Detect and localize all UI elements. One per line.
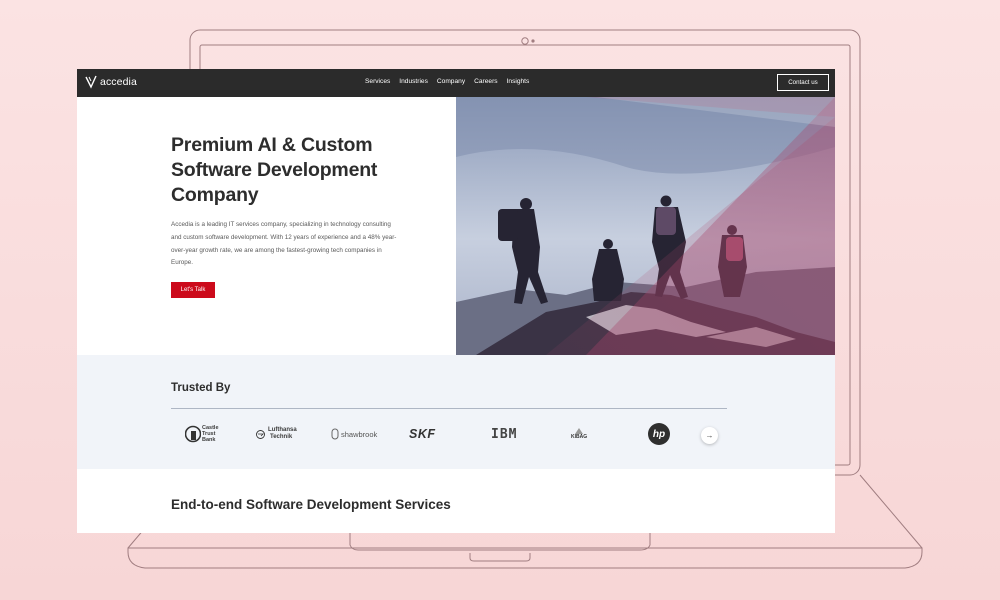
hero-section: Premium AI & Custom Software Development… — [77, 97, 456, 355]
logos-next-arrow-button[interactable]: → — [701, 427, 718, 444]
lufthansa-line1: Lufthansa — [268, 427, 297, 433]
logo-hp: hp — [648, 421, 670, 447]
ibm-text: IBM — [491, 426, 518, 442]
shawbrook-text: shawbrook — [341, 429, 378, 439]
trusted-by-section: Trusted By Castle Trust Bank Lufthansa T… — [77, 355, 835, 469]
accedia-logo-icon — [85, 75, 97, 89]
services-title: End-to-end Software Development Services — [171, 497, 451, 512]
hp-icon: hp — [648, 423, 670, 445]
trusted-divider — [171, 408, 727, 409]
contact-us-button[interactable]: Contact us — [777, 74, 829, 91]
nav-link-industries[interactable]: Industries — [399, 78, 428, 85]
client-logos: Castle Trust Bank Lufthansa Technik shaw… — [171, 421, 727, 447]
website-screen: accedia Services Industries Company Care… — [77, 69, 835, 533]
castle-trust-icon — [185, 425, 201, 443]
logo-ibm: IBM — [491, 421, 517, 447]
skf-text: SKF — [409, 427, 436, 441]
logo-skf: SKF — [409, 421, 436, 447]
trusted-by-title: Trusted By — [171, 382, 231, 394]
hp-text: hp — [652, 428, 666, 440]
logo-kibag: KIBAG — [571, 421, 587, 447]
nav-link-careers[interactable]: Careers — [474, 78, 497, 85]
lets-talk-button[interactable]: Let's Talk — [171, 282, 215, 298]
logo-shawbrook: shawbrook — [331, 421, 377, 447]
logo-text: accedia — [100, 76, 137, 88]
castle-line3: Bank — [202, 437, 216, 443]
lufthansa-line2: Technik — [270, 434, 293, 440]
arrow-right-icon: → — [705, 431, 714, 440]
nav-links: Services Industries Company Careers Insi… — [365, 78, 529, 85]
lufthansa-icon — [256, 429, 265, 439]
hero-description: Accedia is a leading IT services company… — [171, 221, 397, 267]
hero-hikers-image — [456, 97, 835, 355]
logo-castle-trust-bank: Castle Trust Bank — [185, 421, 219, 447]
logo-lufthansa-technik: Lufthansa Technik — [256, 421, 297, 447]
shawbrook-icon — [331, 428, 339, 440]
accedia-logo[interactable]: accedia — [85, 75, 137, 89]
nav-link-company[interactable]: Company — [437, 78, 465, 85]
top-nav: accedia Services Industries Company Care… — [77, 69, 835, 97]
kibag-text: KIBAG — [571, 434, 588, 440]
nav-link-insights[interactable]: Insights — [507, 78, 530, 85]
nav-link-services[interactable]: Services — [365, 78, 390, 85]
hero-title: Premium AI & Custom Software Development… — [171, 134, 378, 206]
